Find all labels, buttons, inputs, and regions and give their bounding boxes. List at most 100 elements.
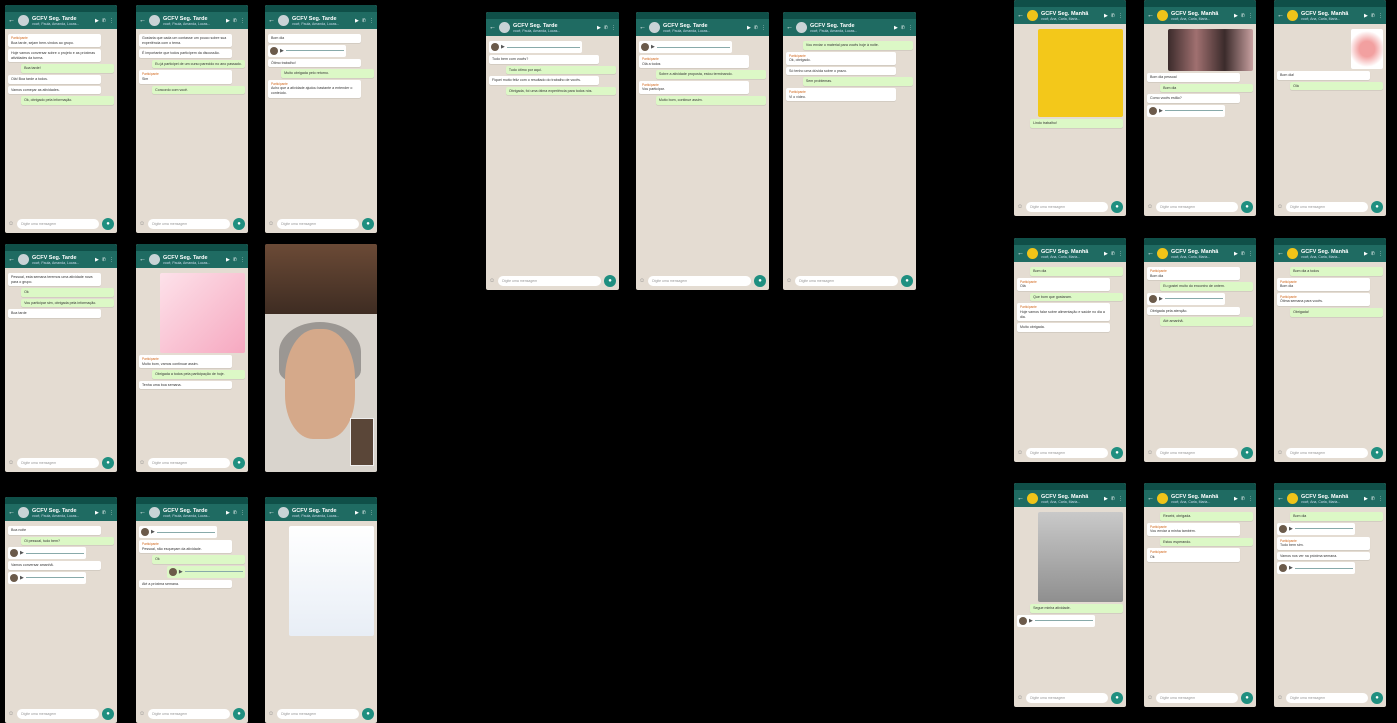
voice-message[interactable]: ▶ (1277, 522, 1356, 535)
chat-header-text[interactable]: GCFV Seg. Tarde você, Paula, Amanda, Luca… (292, 508, 352, 518)
voice-message[interactable]: ▶ (1147, 104, 1226, 117)
play-icon[interactable]: ▶ (1159, 108, 1163, 114)
mic-icon[interactable]: ● (362, 218, 374, 230)
video-call-icon[interactable]: ▶ (1364, 496, 1368, 502)
back-arrow-icon[interactable]: ← (268, 17, 275, 24)
more-icon[interactable]: ⋮ (1378, 13, 1383, 19)
message-input[interactable]: Digite uma mensagem (148, 458, 230, 468)
video-call-icon[interactable]: ▶ (1104, 251, 1108, 257)
back-arrow-icon[interactable]: ← (8, 256, 15, 263)
back-arrow-icon[interactable]: ← (489, 24, 496, 31)
mic-icon[interactable]: ● (604, 275, 616, 287)
more-icon[interactable]: ⋮ (1118, 496, 1123, 502)
emoji-icon[interactable]: ☺ (1017, 695, 1023, 701)
play-icon[interactable]: ▶ (501, 44, 505, 50)
phone-call-icon[interactable]: ✆ (1111, 251, 1115, 257)
chat-header-text[interactable]: GCFV Seg. Tarde você, Paula, Amanda, Luca… (292, 16, 352, 26)
video-call-icon[interactable]: ▶ (95, 18, 99, 24)
phone-call-icon[interactable]: ✆ (233, 510, 237, 516)
play-icon[interactable]: ▶ (1159, 296, 1163, 302)
group-avatar[interactable] (18, 254, 29, 265)
emoji-icon[interactable]: ☺ (139, 221, 145, 227)
emoji-icon[interactable]: ☺ (268, 221, 274, 227)
voice-message[interactable]: ▶ (1017, 614, 1096, 627)
more-icon[interactable]: ⋮ (1118, 13, 1123, 19)
chat-header-text[interactable]: GCFV Seg. Manhã você, Ana, Carla, Maria..… (1041, 494, 1101, 504)
chat-header-text[interactable]: GCFV Seg. Tarde você, Paula, Amanda, Luca… (513, 23, 594, 33)
more-icon[interactable]: ⋮ (240, 257, 245, 263)
mic-icon[interactable]: ● (233, 218, 245, 230)
audio-progress[interactable] (506, 46, 580, 48)
more-icon[interactable]: ⋮ (1248, 251, 1253, 257)
emoji-icon[interactable]: ☺ (139, 711, 145, 717)
phone-call-icon[interactable]: ✆ (1371, 251, 1375, 257)
more-icon[interactable]: ⋮ (1378, 251, 1383, 257)
group-avatar[interactable] (18, 15, 29, 26)
message-input[interactable]: Digite uma mensagem (498, 276, 601, 286)
mic-icon[interactable]: ● (1111, 692, 1123, 704)
video-call-icon[interactable]: ▶ (1234, 496, 1238, 502)
more-icon[interactable]: ⋮ (611, 25, 616, 31)
message-input[interactable]: Digite uma mensagem (1286, 448, 1368, 458)
message-input[interactable]: Digite uma mensagem (148, 709, 230, 719)
video-call-icon[interactable]: ▶ (226, 18, 230, 24)
message-input[interactable]: Digite uma mensagem (1286, 693, 1368, 703)
back-arrow-icon[interactable]: ← (1277, 495, 1284, 502)
more-icon[interactable]: ⋮ (1118, 251, 1123, 257)
group-avatar[interactable] (278, 15, 289, 26)
back-arrow-icon[interactable]: ← (139, 509, 146, 516)
back-arrow-icon[interactable]: ← (1147, 495, 1154, 502)
emoji-icon[interactable]: ☺ (639, 278, 645, 284)
group-avatar[interactable] (649, 22, 660, 33)
voice-message[interactable]: ▶ (1147, 292, 1226, 305)
back-arrow-icon[interactable]: ← (1017, 250, 1024, 257)
message-input[interactable]: Digite uma mensagem (1156, 693, 1238, 703)
voice-message[interactable]: ▶ (8, 547, 87, 560)
more-icon[interactable]: ⋮ (1248, 13, 1253, 19)
emoji-icon[interactable]: ☺ (1277, 204, 1283, 210)
mic-icon[interactable]: ● (1371, 201, 1383, 213)
phone-call-icon[interactable]: ✆ (901, 25, 905, 31)
mic-icon[interactable]: ● (1241, 447, 1253, 459)
video-call-icon[interactable]: ▶ (355, 510, 359, 516)
shared-image[interactable] (1351, 29, 1383, 69)
chat-header-text[interactable]: GCFV Seg. Manhã você, Ana, Carla, Maria..… (1301, 11, 1361, 21)
group-avatar[interactable] (1027, 248, 1038, 259)
self-view-video[interactable] (350, 418, 374, 466)
phone-call-icon[interactable]: ✆ (102, 257, 106, 263)
more-icon[interactable]: ⋮ (240, 510, 245, 516)
video-call-icon[interactable]: ▶ (95, 510, 99, 516)
shared-image[interactable] (289, 526, 374, 636)
phone-call-icon[interactable]: ✆ (1241, 496, 1245, 502)
back-arrow-icon[interactable]: ← (1277, 250, 1284, 257)
voice-message[interactable]: ▶ (489, 41, 582, 53)
group-avatar[interactable] (18, 507, 29, 518)
message-input[interactable]: Digite uma mensagem (1026, 448, 1108, 458)
chat-header-text[interactable]: GCFV Seg. Tarde você, Paula, Amanda, Luca… (163, 508, 223, 518)
video-call-icon[interactable]: ▶ (355, 18, 359, 24)
message-input[interactable]: Digite uma mensagem (1026, 202, 1108, 212)
message-input[interactable]: Digite uma mensagem (17, 219, 99, 229)
message-input[interactable]: Digite uma mensagem (277, 219, 359, 229)
audio-progress[interactable] (1164, 298, 1224, 300)
video-call-icon[interactable]: ▶ (747, 25, 751, 31)
mic-icon[interactable]: ● (102, 708, 114, 720)
mic-icon[interactable]: ● (1371, 692, 1383, 704)
video-call-icon[interactable]: ▶ (226, 257, 230, 263)
group-avatar[interactable] (1287, 248, 1298, 259)
more-icon[interactable]: ⋮ (369, 510, 374, 516)
phone-call-icon[interactable]: ✆ (233, 18, 237, 24)
shared-image[interactable] (1168, 29, 1253, 71)
mic-icon[interactable]: ● (1241, 201, 1253, 213)
emoji-icon[interactable]: ☺ (8, 221, 14, 227)
phone-call-icon[interactable]: ✆ (754, 25, 758, 31)
phone-call-icon[interactable]: ✆ (1111, 13, 1115, 19)
chat-header-text[interactable]: GCFV Seg. Tarde você, Paula, Amanda, Luca… (32, 16, 92, 26)
chat-header-text[interactable]: GCFV Seg. Manhã você, Ana, Carla, Maria..… (1041, 249, 1101, 259)
voice-message[interactable]: ▶ (1277, 562, 1356, 575)
video-call-icon[interactable]: ▶ (226, 510, 230, 516)
back-arrow-icon[interactable]: ← (268, 509, 275, 516)
group-avatar[interactable] (1157, 248, 1168, 259)
phone-call-icon[interactable]: ✆ (362, 510, 366, 516)
video-call-icon[interactable]: ▶ (1104, 496, 1108, 502)
